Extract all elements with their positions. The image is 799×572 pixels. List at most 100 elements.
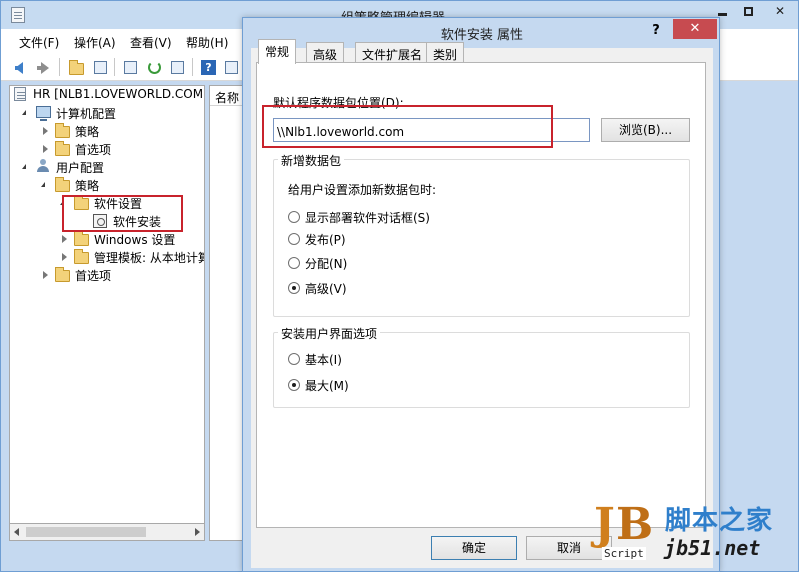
- watermark-site-name: 脚本之家: [665, 506, 774, 536]
- collapsed-chevron-icon[interactable]: [62, 235, 67, 243]
- tree-label: 策略: [75, 125, 100, 139]
- menu-file[interactable]: 文件(F): [19, 34, 59, 51]
- user-icon: [36, 159, 50, 173]
- radio-label: 发布(P): [305, 232, 346, 247]
- export-list-button[interactable]: [168, 58, 186, 76]
- expanded-chevron-icon[interactable]: [41, 182, 45, 187]
- tree-windows-settings[interactable]: Windows 设置: [14, 230, 204, 248]
- tree-label: 首选项: [75, 143, 112, 157]
- radio-button[interactable]: [288, 233, 300, 245]
- collapsed-chevron-icon[interactable]: [43, 271, 48, 279]
- radio-button[interactable]: [288, 211, 300, 223]
- watermark-logo-script: Script: [602, 547, 646, 560]
- menu-action[interactable]: 操作(A): [74, 34, 116, 51]
- radio-label: 分配(N): [305, 256, 348, 271]
- tab-file-extensions[interactable]: 文件扩展名: [355, 42, 430, 63]
- new-packages-group-title: 新增数据包: [278, 152, 345, 169]
- radio-label: 高级(V): [305, 281, 347, 296]
- up-folder-icon: [69, 60, 84, 75]
- folder-icon: [74, 231, 89, 246]
- refresh-button[interactable]: [145, 58, 163, 76]
- new-packages-prompt: 给用户设置添加新数据包时:: [288, 183, 437, 197]
- tree-label: Windows 设置: [94, 233, 176, 247]
- show-hide-tree-button[interactable]: [91, 58, 109, 76]
- radio-advanced[interactable]: 高级(V): [288, 280, 347, 296]
- radio-basic[interactable]: 基本(I): [288, 351, 342, 367]
- tab-advanced[interactable]: 高级: [306, 42, 345, 63]
- tree-label: 计算机配置: [56, 107, 117, 121]
- close-button[interactable]: ✕: [761, 1, 799, 21]
- back-button[interactable]: [13, 58, 31, 76]
- tree-root-label: HR [NLB1.LOVEWORLD.COM: [33, 87, 204, 101]
- tree-user-policy[interactable]: 策略: [14, 176, 174, 194]
- properties-icon: [124, 61, 137, 74]
- gpo-icon: [14, 87, 26, 101]
- help-button[interactable]: ?: [199, 58, 217, 76]
- tab-categories[interactable]: 类别: [426, 42, 465, 63]
- radio-button-selected[interactable]: [288, 379, 300, 391]
- tree-admin-templates[interactable]: 管理模板: 从本地计算: [14, 248, 204, 266]
- folder-icon: [55, 267, 70, 282]
- browse-button[interactable]: 浏览(B)...: [601, 118, 690, 142]
- refresh-icon: [148, 61, 161, 74]
- scroll-thumb[interactable]: [26, 527, 146, 537]
- tab-general[interactable]: 常规: [258, 39, 297, 64]
- dialog-close-button[interactable]: ✕: [673, 19, 717, 39]
- up-folder-button[interactable]: [67, 58, 85, 76]
- toolbar-separator: [59, 58, 60, 76]
- scroll-left-icon[interactable]: [14, 528, 19, 536]
- expanded-chevron-icon[interactable]: [22, 110, 26, 115]
- watermark-logo-b: B: [616, 499, 654, 550]
- expanded-chevron-icon[interactable]: [22, 164, 26, 169]
- radio-assign[interactable]: 分配(N): [288, 255, 347, 271]
- ok-button[interactable]: 确定: [431, 536, 517, 560]
- help-icon: ?: [201, 60, 216, 75]
- computer-icon: [36, 106, 51, 121]
- radio-button[interactable]: [288, 353, 300, 365]
- radio-maximum[interactable]: 最大(M): [288, 377, 349, 393]
- collapsed-chevron-icon[interactable]: [43, 127, 48, 135]
- forward-arrow-icon: [37, 62, 49, 74]
- watermark-site-url: jb51.net: [664, 536, 761, 560]
- menu-help[interactable]: 帮助(H): [186, 34, 228, 51]
- tree-horizontal-scrollbar[interactable]: [9, 523, 205, 541]
- minimize-icon: [717, 12, 727, 16]
- forward-button[interactable]: [35, 58, 53, 76]
- watermark-logo-j: J: [594, 499, 615, 550]
- tree-pane[interactable]: HR [NLB1.LOVEWORLD.COM 计算机配置 策略 首选项 用户配置…: [9, 85, 205, 541]
- radio-show-deploy-dialog[interactable]: 显示部署软件对话框(S): [288, 209, 430, 225]
- watermark-logo: J B Script: [590, 497, 660, 567]
- tree-computer-config[interactable]: 计算机配置: [14, 104, 174, 122]
- properties-button[interactable]: [121, 58, 139, 76]
- toolbar-separator: [114, 58, 115, 76]
- collapsed-chevron-icon[interactable]: [62, 253, 67, 261]
- maximize-button[interactable]: [735, 1, 761, 21]
- highlight-box-path: [262, 105, 553, 148]
- radio-publish[interactable]: 发布(P): [288, 231, 346, 247]
- console-button[interactable]: [222, 58, 240, 76]
- highlight-box-tree: [62, 195, 183, 232]
- dialog-help-button[interactable]: ?: [643, 20, 669, 42]
- folder-icon: [55, 123, 70, 138]
- menu-view[interactable]: 查看(V): [130, 34, 172, 51]
- radio-label: 最大(M): [305, 378, 349, 393]
- scroll-right-icon[interactable]: [195, 528, 200, 536]
- radio-button-selected[interactable]: [288, 282, 300, 294]
- tree-label: 策略: [75, 179, 100, 193]
- radio-button[interactable]: [288, 257, 300, 269]
- radio-label: 显示部署软件对话框(S): [305, 210, 430, 225]
- install-ui-group: [273, 332, 690, 408]
- tree-user-config[interactable]: 用户配置: [14, 158, 174, 176]
- folder-icon: [74, 249, 89, 264]
- tree-computer-policy[interactable]: 策略: [14, 122, 174, 140]
- collapsed-chevron-icon[interactable]: [43, 145, 48, 153]
- app-icon: [11, 7, 25, 23]
- install-ui-group-title: 安装用户界面选项: [278, 325, 381, 342]
- tree-computer-preferences[interactable]: 首选项: [14, 140, 174, 158]
- show-hide-tree-icon: [94, 61, 107, 74]
- tree-user-preferences[interactable]: 首选项: [14, 266, 174, 284]
- folder-icon: [55, 141, 70, 156]
- maximize-icon: [743, 6, 753, 16]
- tree-label: 首选项: [75, 269, 112, 283]
- tree-label: 用户配置: [56, 161, 105, 175]
